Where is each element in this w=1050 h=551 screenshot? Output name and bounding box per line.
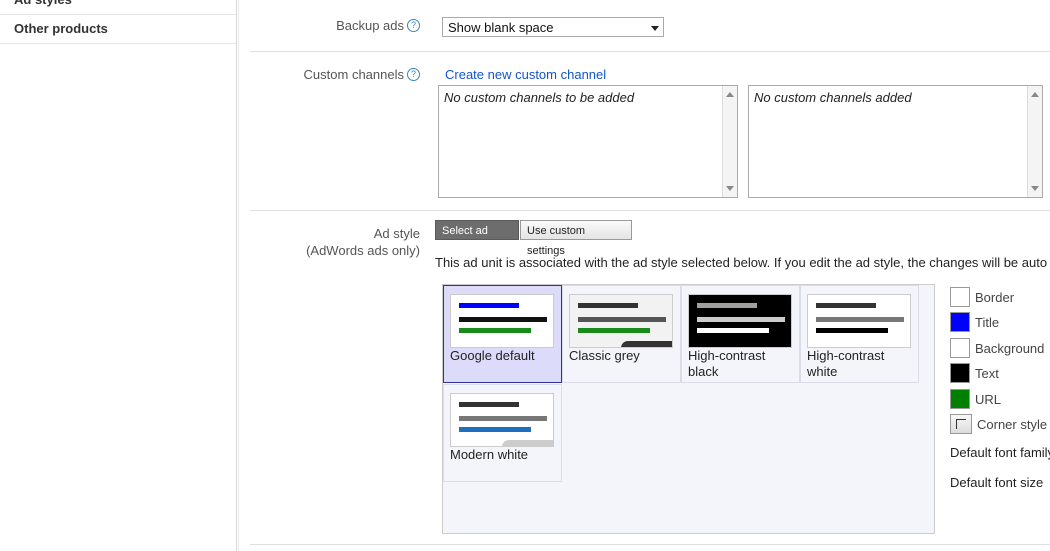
default-font-size-label: Default font size xyxy=(950,475,1044,490)
ad-style-tile-high-contrast-black[interactable]: High-contrast black xyxy=(681,285,800,383)
preview-bar xyxy=(816,328,888,333)
corner-style-label: Corner style xyxy=(977,417,1048,432)
use-custom-settings-button[interactable]: Use custom settings xyxy=(520,220,632,257)
preview-bar xyxy=(697,303,757,308)
ad-style-preview xyxy=(688,294,792,348)
background-color-swatch[interactable] xyxy=(950,338,970,358)
ad-style-preview xyxy=(450,294,554,348)
ad-style-sublabel: (AdWords ads only) xyxy=(306,243,420,258)
scroll-down-icon[interactable] xyxy=(1031,186,1039,191)
ad-style-preview xyxy=(450,393,554,447)
ad-style-name: Google default xyxy=(450,348,535,363)
sidebar-item-other-products[interactable]: Other products xyxy=(0,15,236,44)
preview-corner xyxy=(502,440,553,446)
ad-style-name: High-contrast white xyxy=(807,348,885,379)
preview-bar xyxy=(697,317,785,322)
preview-bar xyxy=(697,328,769,333)
ad-style-preview xyxy=(569,294,673,348)
available-channels-list[interactable]: No custom channels to be added xyxy=(438,85,738,198)
default-font-family-label: Default font family xyxy=(950,445,1050,460)
ad-style-tile-classic-grey[interactable]: Classic grey xyxy=(562,285,681,383)
corner-style-icon xyxy=(956,419,966,429)
sidebar-divider xyxy=(238,0,239,551)
scroll-up-icon[interactable] xyxy=(726,92,734,97)
divider xyxy=(250,51,1050,52)
ad-style-label-block: Ad style (AdWords ads only) xyxy=(280,225,420,259)
preview-bar xyxy=(459,402,519,407)
scrollbar[interactable] xyxy=(1027,86,1042,197)
preview-bar xyxy=(459,427,531,432)
background-color-label: Background xyxy=(975,341,1045,356)
ad-style-label: Ad style xyxy=(373,226,420,241)
sidebar-item-ad-styles[interactable]: Ad styles xyxy=(0,0,236,15)
custom-channels-label-row: Custom channels? xyxy=(290,67,420,82)
ad-style-info-text: This ad unit is associated with the ad s… xyxy=(435,255,1048,270)
create-custom-channel-link[interactable]: Create new custom channel xyxy=(445,67,606,82)
text-color-label: Text xyxy=(975,366,999,381)
scroll-up-icon[interactable] xyxy=(1031,92,1039,97)
corner-style-button[interactable] xyxy=(950,414,972,434)
preview-bar xyxy=(459,317,547,322)
preview-bar xyxy=(578,317,666,322)
preview-bar xyxy=(578,303,638,308)
ad-style-preview xyxy=(807,294,911,348)
url-color-label: URL xyxy=(975,392,1002,407)
ad-style-gallery: Google default Classic grey High-contras… xyxy=(442,284,935,534)
ad-style-tile-google-default[interactable]: Google default xyxy=(443,285,562,383)
backup-ads-label-row: Backup ads? xyxy=(330,18,420,33)
ad-style-name: Modern white xyxy=(450,447,529,462)
preview-bar xyxy=(816,317,904,322)
preview-bar xyxy=(578,328,650,333)
custom-channels-label: Custom channels xyxy=(303,67,404,82)
ad-style-name: Classic grey xyxy=(569,348,640,363)
help-icon[interactable]: ? xyxy=(407,19,420,32)
select-ad-style-button[interactable]: Select ad style xyxy=(435,220,519,257)
added-channels-empty-text: No custom channels added xyxy=(754,90,912,105)
dropdown-arrow-icon xyxy=(651,26,659,31)
backup-ads-selected: Show blank space xyxy=(448,20,554,35)
scroll-down-icon[interactable] xyxy=(726,186,734,191)
main-panel: Backup ads? Show blank space Custom chan… xyxy=(250,0,1050,551)
preview-corner xyxy=(621,341,672,347)
ad-style-tile-high-contrast-white[interactable]: High-contrast white xyxy=(800,285,919,383)
divider xyxy=(250,210,1050,211)
preview-bar xyxy=(459,328,531,333)
ad-style-name: High-contrast black xyxy=(688,348,766,379)
preview-bar xyxy=(816,303,876,308)
preview-bar xyxy=(459,303,519,308)
title-color-swatch[interactable] xyxy=(950,312,970,332)
backup-ads-select[interactable]: Show blank space xyxy=(442,17,664,37)
sidebar: Ad styles Other products xyxy=(0,0,237,551)
ad-style-tile-modern-white[interactable]: Modern white xyxy=(443,384,562,482)
available-channels-empty-text: No custom channels to be added xyxy=(444,90,635,105)
url-color-swatch[interactable] xyxy=(950,389,970,409)
divider xyxy=(250,544,1050,545)
preview-bar xyxy=(459,416,547,421)
backup-ads-label: Backup ads xyxy=(336,18,404,33)
scrollbar[interactable] xyxy=(722,86,737,197)
title-color-label: Title xyxy=(975,315,1000,330)
help-icon[interactable]: ? xyxy=(407,68,420,81)
border-color-swatch[interactable] xyxy=(950,287,970,307)
added-channels-list[interactable]: No custom channels added xyxy=(748,85,1043,198)
text-color-swatch[interactable] xyxy=(950,363,970,383)
border-color-label: Border xyxy=(975,290,1015,305)
